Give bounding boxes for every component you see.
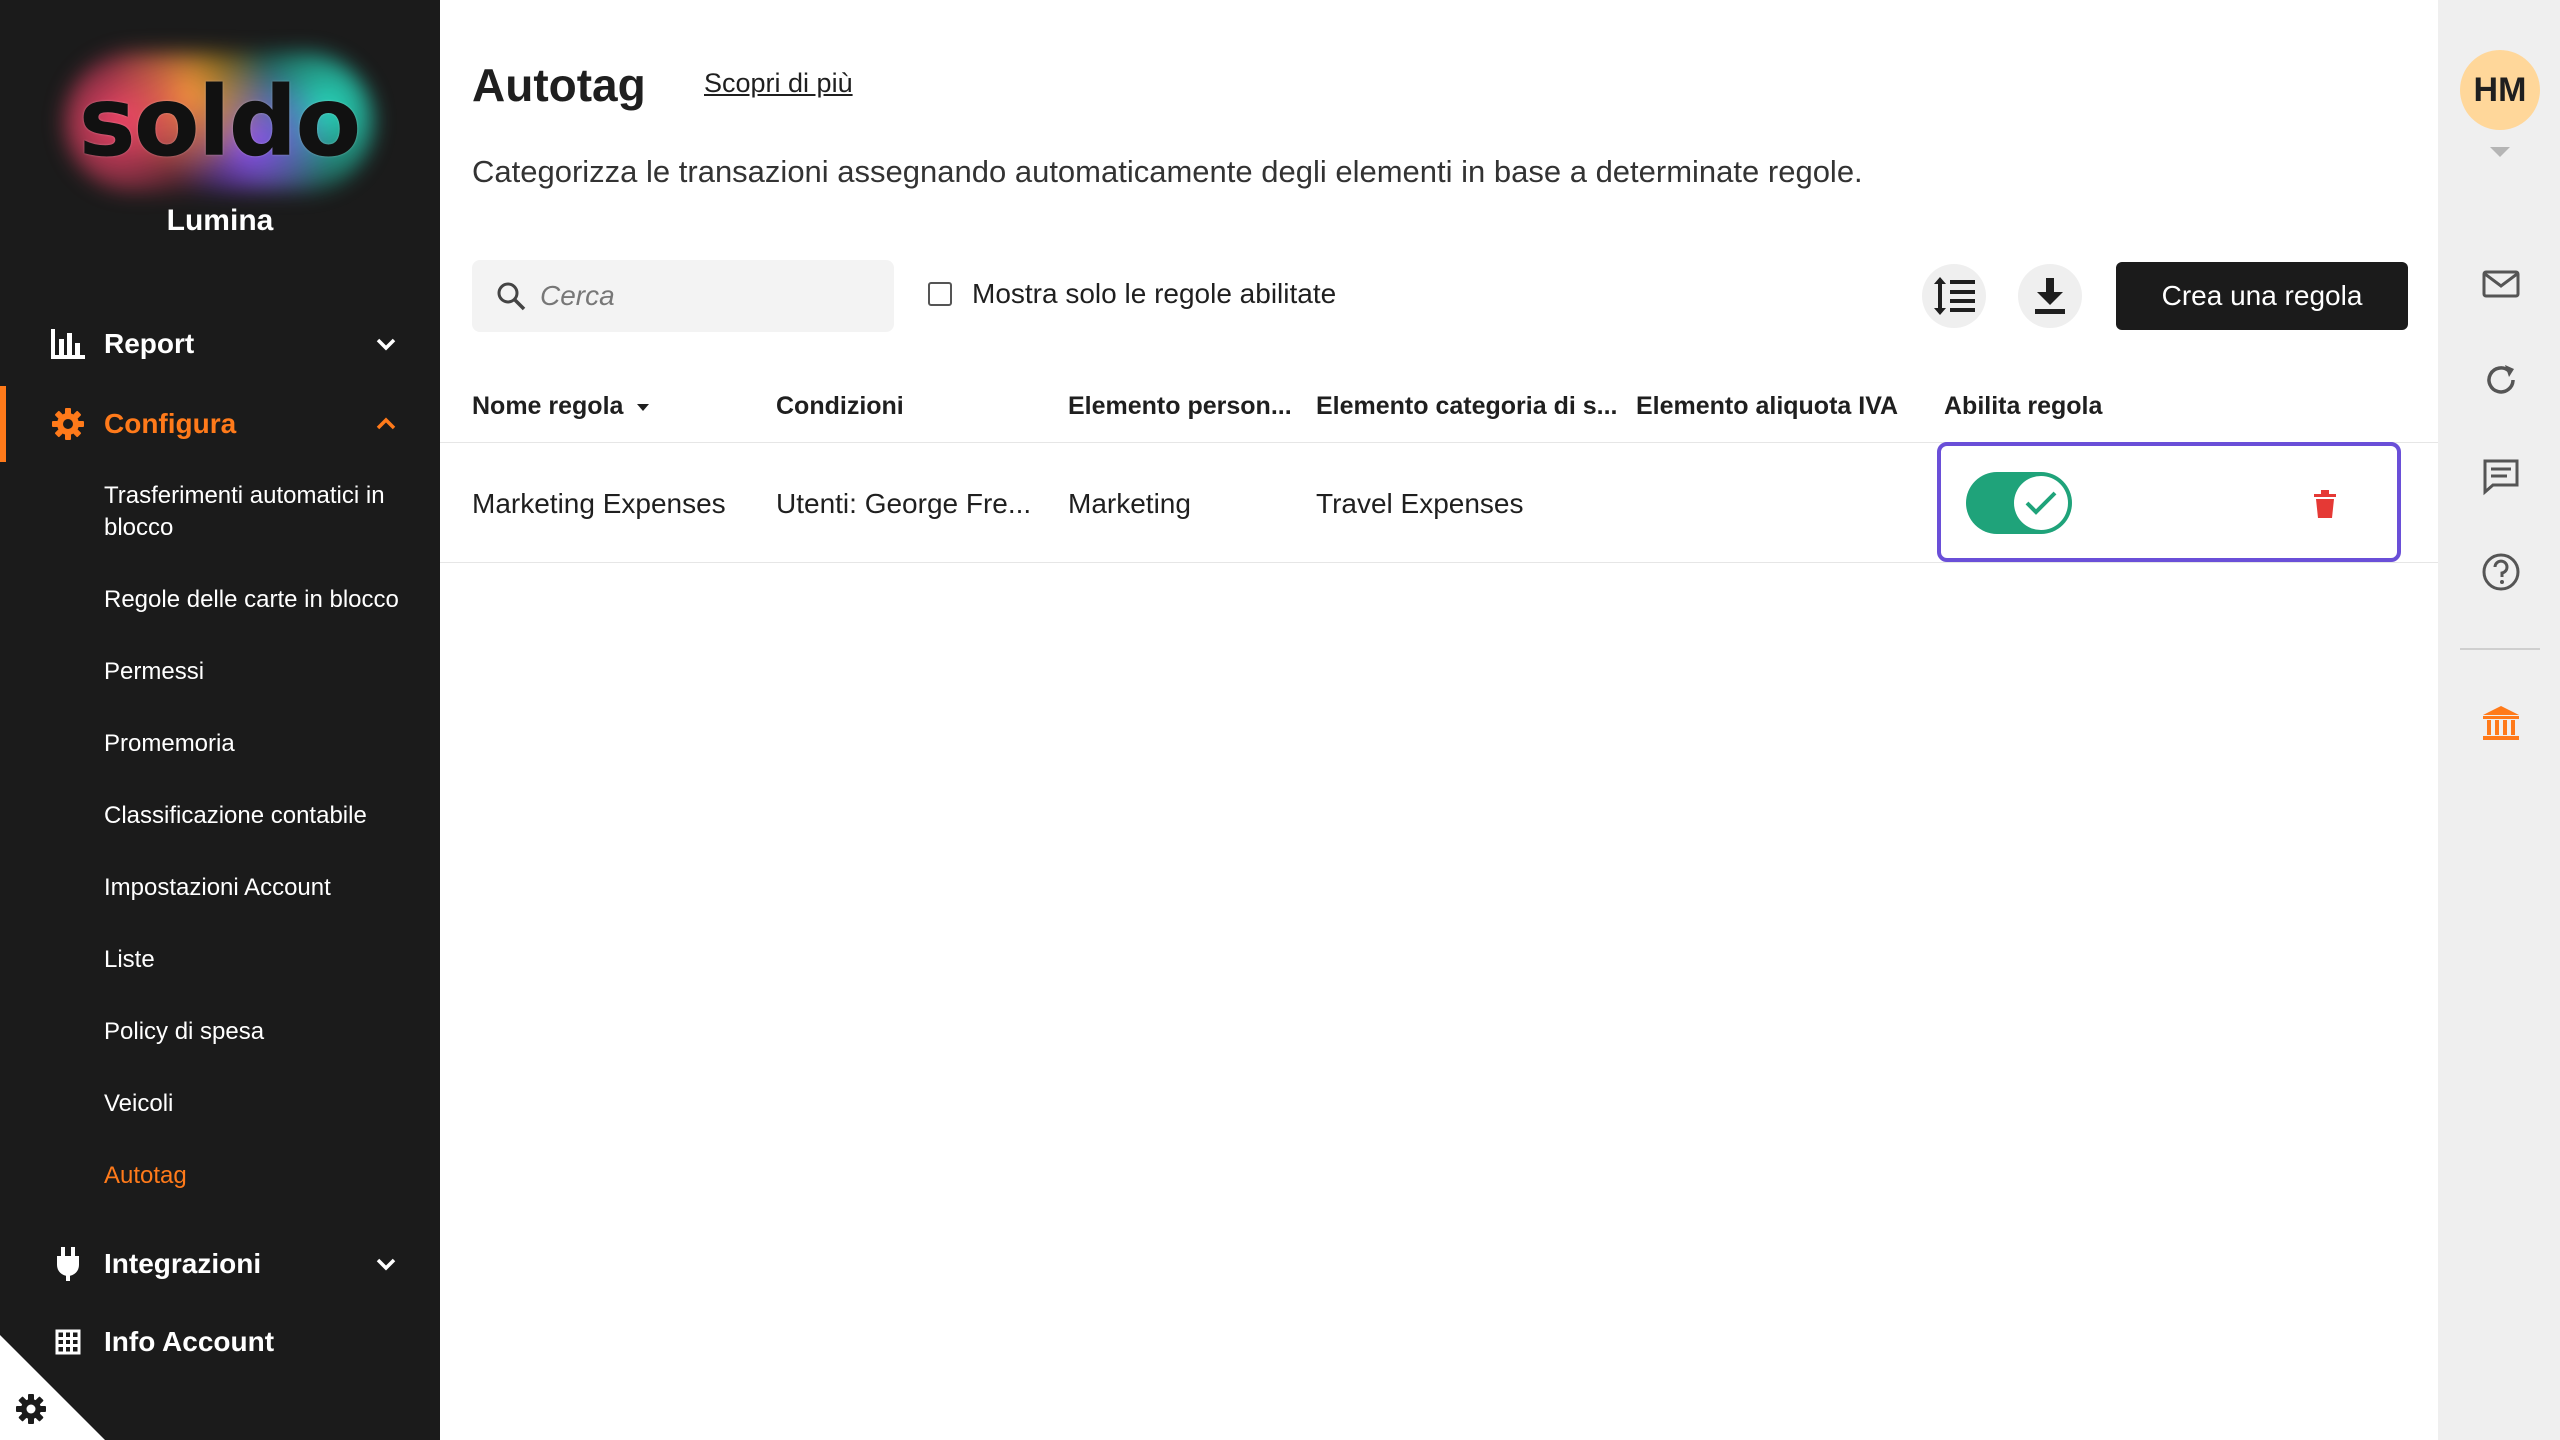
sub-trasferimenti[interactable]: Trasferimenti automatici in blocco bbox=[104, 480, 414, 544]
sort-caret-icon bbox=[637, 404, 650, 412]
sub-liste[interactable]: Liste bbox=[104, 944, 414, 976]
create-rule-button[interactable]: Crea una regola bbox=[2116, 262, 2408, 330]
cell-rule-name: Marketing Expenses bbox=[472, 488, 726, 519]
sub-autotag[interactable]: Autotag bbox=[104, 1160, 414, 1192]
nav-integrazioni[interactable]: Integrazioni bbox=[0, 1226, 440, 1302]
learn-more-link[interactable]: Scopri di più bbox=[704, 68, 853, 99]
help-icon[interactable] bbox=[2481, 552, 2521, 592]
sub-policy[interactable]: Policy di spesa bbox=[104, 1016, 414, 1048]
row-density-button[interactable] bbox=[1922, 264, 1986, 328]
page-description: Categorizza le transazioni assegnando au… bbox=[472, 154, 1863, 189]
cell-conditions: Utenti: George Fre... bbox=[776, 488, 1032, 519]
column-header-category-element: Elemento categoria di s... bbox=[1316, 392, 1618, 420]
line-spacing-icon bbox=[1934, 277, 1975, 315]
avatar[interactable]: HM bbox=[2460, 50, 2540, 130]
caret-down-icon[interactable] bbox=[2489, 146, 2511, 158]
nav-info-account-label: Info Account bbox=[104, 1326, 275, 1357]
bar-chart-icon bbox=[50, 326, 86, 362]
nav-report-label: Report bbox=[104, 328, 195, 359]
rail-divider bbox=[2460, 648, 2540, 650]
sub-regole-carte[interactable]: Regole delle carte in blocco bbox=[104, 584, 414, 616]
nav-integrazioni-label: Integrazioni bbox=[104, 1248, 262, 1279]
column-header-vat-element: Elemento aliquota IVA bbox=[1636, 392, 1899, 420]
gear-icon bbox=[50, 406, 86, 442]
search-input[interactable] bbox=[540, 280, 870, 312]
plug-icon bbox=[50, 1246, 86, 1282]
sub-impostazioni[interactable]: Impostazioni Account bbox=[104, 872, 414, 904]
company-name: Lumina bbox=[166, 204, 274, 237]
bank-icon[interactable] bbox=[2481, 704, 2521, 744]
check-icon bbox=[2025, 491, 2057, 515]
right-rail: HM bbox=[2438, 0, 2560, 1440]
chevron-down-icon bbox=[376, 1258, 396, 1271]
sub-veicoli[interactable]: Veicoli bbox=[104, 1088, 414, 1120]
chevron-up-icon bbox=[376, 417, 396, 430]
cell-custom-element: Marketing bbox=[1068, 488, 1191, 519]
enabled-filter[interactable]: Mostra solo le regole abilitate bbox=[928, 278, 1336, 310]
column-header-name-label: Nome regola bbox=[472, 392, 624, 420]
enabled-filter-checkbox[interactable] bbox=[928, 282, 952, 306]
sub-classificazione[interactable]: Classificazione contabile bbox=[104, 800, 414, 832]
sidebar: soldo Lumina Report Configura Trasferime… bbox=[0, 0, 440, 1440]
nav-configura-label: Configura bbox=[104, 408, 237, 439]
nav-report[interactable]: Report bbox=[0, 306, 440, 382]
column-header-name[interactable]: Nome regola bbox=[472, 392, 650, 421]
main-content: Autotag Scopri di più Categorizza le tra… bbox=[440, 0, 2438, 1440]
delete-icon[interactable] bbox=[2312, 490, 2338, 518]
enabled-filter-label: Mostra solo le regole abilitate bbox=[972, 278, 1337, 309]
soldo-logo[interactable]: soldo bbox=[64, 52, 374, 192]
column-header-enable: Abilita regola bbox=[1944, 392, 2103, 420]
search-icon bbox=[497, 282, 526, 311]
cell-category-element: Travel Expenses bbox=[1316, 488, 1524, 519]
settings-gear-icon[interactable] bbox=[14, 1392, 48, 1426]
chat-icon[interactable] bbox=[2481, 456, 2521, 496]
sub-permessi[interactable]: Permessi bbox=[104, 656, 414, 688]
nav-configura[interactable]: Configura bbox=[0, 386, 440, 462]
toggle-knob bbox=[2014, 476, 2068, 530]
page-title: Autotag bbox=[472, 59, 646, 111]
row-divider bbox=[440, 562, 2438, 563]
mail-icon[interactable] bbox=[2481, 264, 2521, 304]
search-box[interactable] bbox=[472, 260, 894, 332]
column-header-custom-element: Elemento person... bbox=[1068, 392, 1292, 420]
download-button[interactable] bbox=[2018, 264, 2082, 328]
sub-promemoria[interactable]: Promemoria bbox=[104, 728, 414, 760]
logo-text: soldo bbox=[78, 66, 362, 178]
chevron-down-icon bbox=[376, 338, 396, 351]
refresh-icon[interactable] bbox=[2481, 360, 2521, 400]
column-header-conditions: Condizioni bbox=[776, 392, 904, 420]
enable-rule-toggle[interactable] bbox=[1966, 472, 2072, 534]
download-icon bbox=[2035, 278, 2065, 314]
